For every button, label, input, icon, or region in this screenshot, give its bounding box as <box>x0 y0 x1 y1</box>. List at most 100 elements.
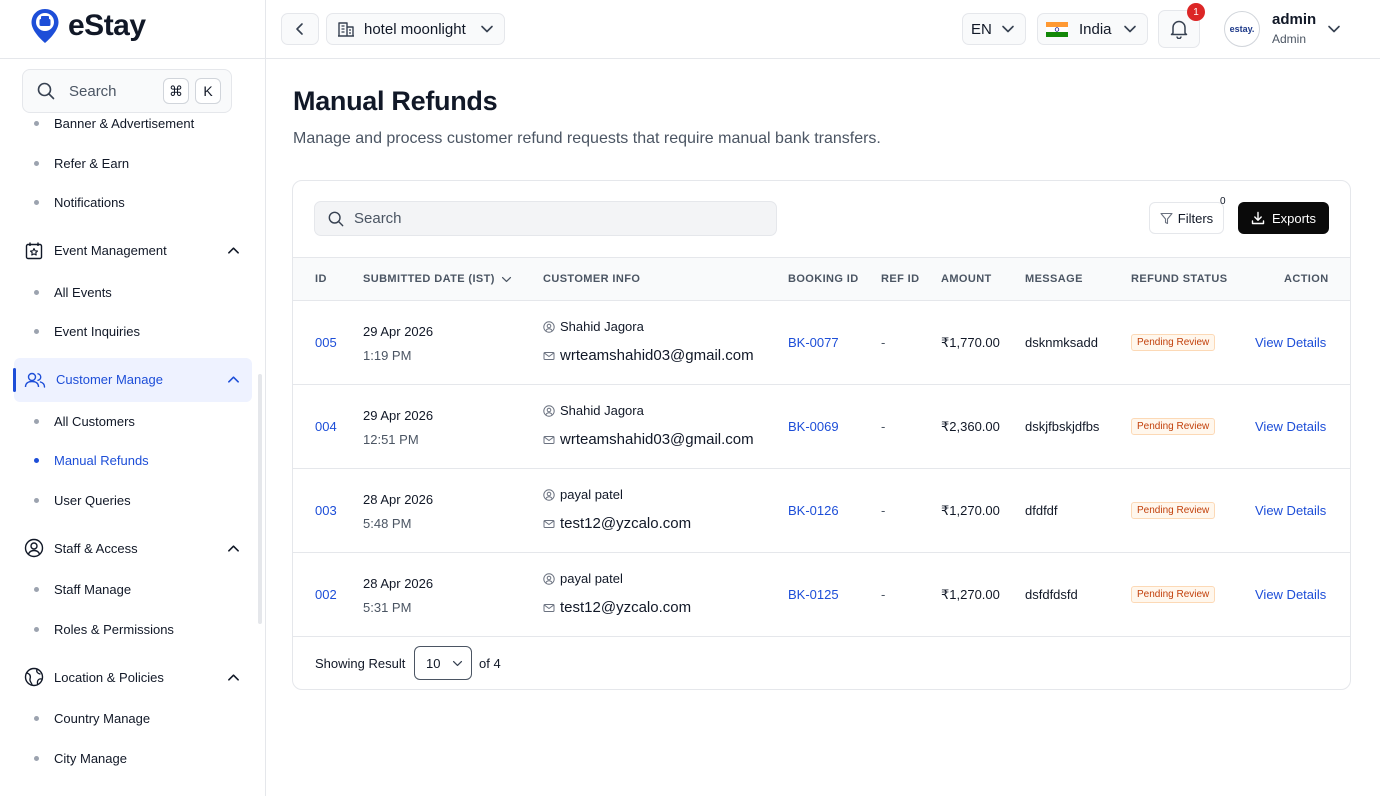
exports-label: Exports <box>1271 210 1317 226</box>
language-selector[interactable]: EN <box>962 13 1026 45</box>
sort-chevron-down-icon <box>501 274 512 285</box>
chevron-left-icon <box>293 22 307 36</box>
chevron-up-icon[interactable] <box>227 373 240 386</box>
sidebar-item-label: All Customers <box>54 413 135 429</box>
mail-icon <box>543 350 555 362</box>
hotel-selector[interactable]: hotel moonlight <box>326 13 505 45</box>
customer-email: test12@yzcalo.com <box>560 599 692 616</box>
submitted-date: 28 Apr 2026 <box>363 492 434 507</box>
location-pin-logo-icon <box>30 8 60 44</box>
sidebar-item-city-manage[interactable]: City Manage <box>0 739 265 779</box>
view-details-link[interactable]: View Details <box>1255 335 1326 350</box>
bullet-dot-icon <box>34 716 39 722</box>
language-value: EN <box>971 20 992 38</box>
sidebar-item-all-events[interactable]: All Events <box>0 273 265 313</box>
search-icon <box>37 82 55 100</box>
customer-email: wrteamshahid03@gmail.com <box>560 347 754 364</box>
mail-icon <box>543 434 555 446</box>
pagination-total: of 4 <box>479 656 501 671</box>
booking-id-link[interactable]: BK-0077 <box>788 335 839 350</box>
customer-email-row: wrteamshahid03@gmail.com <box>543 431 754 448</box>
page-size-value: 10 <box>426 655 441 671</box>
sidebar-item-manual-refunds[interactable]: Manual Refunds <box>0 441 265 481</box>
pagination-label: Showing Result <box>315 656 406 671</box>
bullet-dot-icon <box>34 121 39 127</box>
back-button[interactable] <box>281 13 319 45</box>
page-size-select[interactable]: 10 <box>414 646 472 680</box>
customer-email-row: wrteamshahid03@gmail.com <box>543 347 754 364</box>
avatar[interactable]: estay. <box>1224 11 1260 47</box>
sidebar-item-label: Banner & Advertisement <box>54 116 195 132</box>
sidebar-section-label: Event Management <box>54 243 167 258</box>
chevron-up-icon[interactable] <box>227 671 240 684</box>
top-bar: hotel moonlight EN India 1 estay. admin … <box>266 0 1380 59</box>
refund-id-link[interactable]: 003 <box>315 503 337 518</box>
shortcut-key-k: K <box>195 78 221 104</box>
bullet-dot-icon <box>34 418 39 424</box>
table-row: 003 28 Apr 2026 5:48 PM payal patel test12@y… <box>293 469 1350 553</box>
customer-name-row: payal patel <box>543 571 623 586</box>
sidebar-item-staff-manage[interactable]: Staff Manage <box>0 570 265 610</box>
sidebar-item-notifications[interactable]: Notifications <box>0 183 265 223</box>
india-flag-icon <box>1046 21 1068 37</box>
column-header-submitted-date[interactable]: SUBMITTED DATE (IST) <box>363 273 512 285</box>
user-menu-chevron-down-icon[interactable] <box>1327 22 1341 36</box>
booking-id-link[interactable]: BK-0125 <box>788 587 839 602</box>
sidebar-item-country-manage[interactable]: Country Manage <box>0 699 265 739</box>
view-details-link[interactable]: View Details <box>1255 419 1326 434</box>
refund-id-link[interactable]: 004 <box>315 419 337 434</box>
sidebar-item-event-inquiries[interactable]: Event Inquiries <box>0 312 265 352</box>
chevron-down-icon <box>480 22 494 36</box>
sidebar-item-banner-advertisement[interactable]: Banner & Advertisement <box>0 113 265 144</box>
sidebar-section-event-management[interactable]: Event Management <box>14 229 252 273</box>
sidebar-item-refer-earn[interactable]: Refer & Earn <box>0 144 265 184</box>
table-row: 005 29 Apr 2026 1:19 PM Shahid Jagora wrteam… <box>293 301 1350 385</box>
bullet-dot-icon <box>34 160 39 166</box>
country-selector[interactable]: India <box>1037 13 1148 45</box>
submitted-time: 5:48 PM <box>363 516 412 531</box>
refund-id-link[interactable]: 005 <box>315 335 337 350</box>
sidebar-search[interactable]: Search ⌘ K <box>22 69 232 113</box>
bullet-dot-icon <box>34 289 39 295</box>
booking-id-link[interactable]: BK-0126 <box>788 503 839 518</box>
column-header-action: ACTION <box>1284 273 1329 285</box>
sidebar-item-label: All Events <box>54 284 112 300</box>
chevron-down-icon <box>1123 22 1137 36</box>
user-circle-icon <box>24 538 44 558</box>
users-icon <box>24 370 46 390</box>
notifications-button[interactable]: 1 <box>1158 3 1205 48</box>
sidebar-item-all-customers[interactable]: All Customers <box>0 402 265 442</box>
sidebar-item-user-queries[interactable]: User Queries <box>0 481 265 521</box>
chevron-up-icon[interactable] <box>227 244 240 257</box>
customer-email-row: test12@yzcalo.com <box>543 515 691 532</box>
brand-logo[interactable]: eStay <box>30 8 146 44</box>
sidebar-section-label: Customer Manage <box>56 372 163 387</box>
sidebar-section-customer-manage[interactable]: Customer Manage <box>13 357 252 402</box>
booking-id-link[interactable]: BK-0069 <box>788 419 839 434</box>
chevron-up-icon[interactable] <box>227 542 240 555</box>
exports-button[interactable]: Exports <box>1238 202 1329 234</box>
sidebar-item-label: Notifications <box>54 195 125 211</box>
table-search-input[interactable]: Search <box>314 201 777 236</box>
sidebar-section-location-policies[interactable]: Location & Policies <box>14 655 252 699</box>
column-header-refund-status: REFUND STATUS <box>1131 273 1228 285</box>
refund-id-link[interactable]: 002 <box>315 587 337 602</box>
table-header: ID SUBMITTED DATE (IST) CUSTOMER INFO BO… <box>293 257 1350 301</box>
filters-button[interactable]: Filters <box>1149 202 1224 234</box>
sidebar-scrollbar[interactable] <box>258 374 262 624</box>
view-details-link[interactable]: View Details <box>1255 587 1326 602</box>
column-header-message: MESSAGE <box>1025 273 1083 285</box>
table-row: 004 29 Apr 2026 12:51 PM Shahid Jagora wrtea… <box>293 385 1350 469</box>
sidebar-section-staff-access[interactable]: Staff & Access <box>14 526 252 570</box>
refund-amount: ₹2,360.00 <box>941 419 1000 434</box>
ref-id: - <box>881 335 886 350</box>
sidebar: eStay Search ⌘ K Banner & Advertisement R… <box>0 0 266 796</box>
bullet-dot-icon <box>34 497 39 503</box>
customer-name: payal patel <box>560 487 623 502</box>
ref-id: - <box>881 419 886 434</box>
view-details-link[interactable]: View Details <box>1255 503 1326 518</box>
sidebar-divider <box>0 58 265 59</box>
sidebar-item-roles-permissions[interactable]: Roles & Permissions <box>0 610 265 650</box>
refund-amount: ₹1,770.00 <box>941 335 1000 350</box>
refund-message: dskjfbskjdfbs <box>1025 419 1100 434</box>
